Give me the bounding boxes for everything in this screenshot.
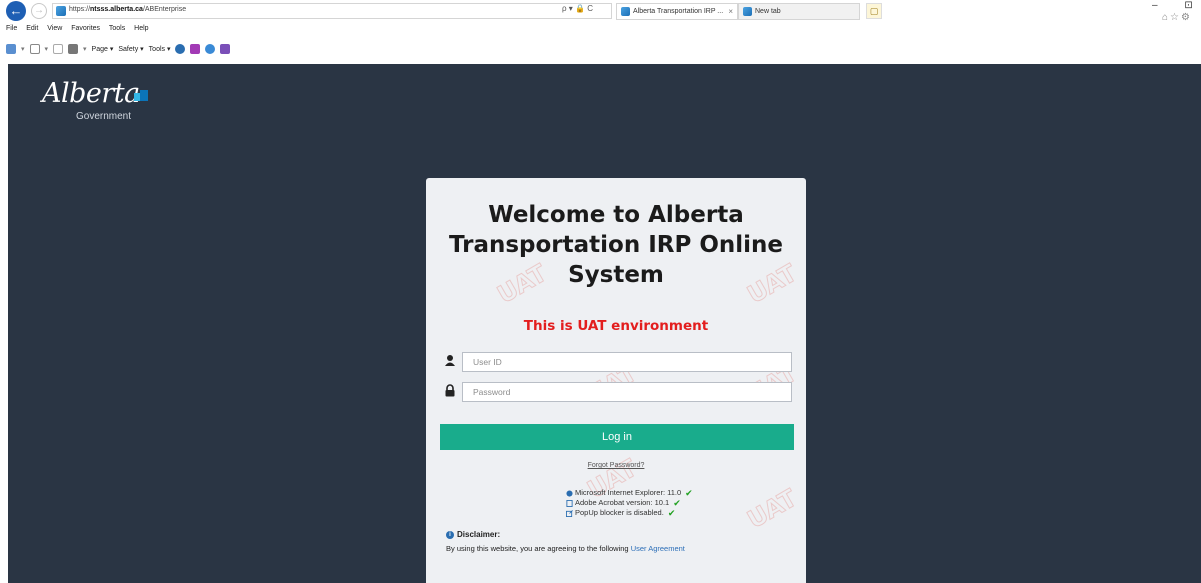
extension-icon[interactable]: [190, 44, 201, 54]
uat-watermark: UAT: [742, 483, 802, 527]
info-icon: i: [446, 530, 454, 539]
dropdown-arrow-icon[interactable]: ▾: [21, 45, 25, 53]
popup-icon: [566, 509, 573, 517]
login-button[interactable]: Log in: [440, 424, 794, 450]
feeds-icon[interactable]: [29, 44, 40, 54]
menu-bar: File Edit View Favorites Tools Help: [6, 25, 156, 37]
disclaimer-text: By using this website, you are agreeing …: [446, 544, 685, 553]
command-safety[interactable]: Safety ▾: [118, 45, 143, 53]
checkmark-icon: ✔: [685, 488, 693, 498]
read-mail-icon[interactable]: [53, 44, 64, 54]
tab-favicon-icon: [743, 7, 752, 16]
alberta-government-logo[interactable]: Alberta Government: [42, 78, 192, 128]
password-row: [440, 382, 792, 402]
new-tab-button[interactable]: ▢: [866, 3, 882, 19]
menu-tools[interactable]: Tools: [109, 25, 125, 32]
home-favorites-settings-icons[interactable]: ⌂☆⚙: [1162, 12, 1192, 23]
browser-chrome: ← → https://ntsss.alberta.ca/ABEnterpris…: [0, 0, 1201, 64]
check-popup: PopUp blocker is disabled. ✔: [566, 508, 693, 518]
menu-edit[interactable]: Edit: [26, 25, 38, 32]
help-icon[interactable]: [175, 44, 186, 54]
alberta-flag-mark-icon: [134, 90, 148, 101]
tab-alberta-irp[interactable]: Alberta Transportation IRP ... ×: [616, 3, 738, 20]
address-tools[interactable]: ρ ▾ 🔒 C: [562, 4, 593, 13]
check-acrobat: Adobe Acrobat version: 10.1 ✔: [566, 498, 693, 508]
command-bar: ▾ ▾ ▾ Page ▾ Safety ▾ Tools ▾: [6, 38, 231, 60]
svg-text:UAT: UAT: [743, 484, 802, 527]
home-icon[interactable]: [6, 44, 16, 54]
disclaimer: i Disclaimer: By using this website, you…: [446, 530, 685, 553]
forgot-password-link[interactable]: Forgot Password?: [426, 462, 806, 469]
dropdown-arrow-icon[interactable]: ▾: [83, 45, 87, 53]
password-input[interactable]: [462, 382, 792, 402]
page-background: Alberta Government UAT UAT UAT UAT UAT U…: [8, 64, 1201, 583]
address-bar[interactable]: https://ntsss.alberta.ca/ABEnterprise: [52, 3, 612, 19]
lock-icon: [445, 384, 455, 397]
menu-view[interactable]: View: [47, 25, 62, 32]
print-icon[interactable]: [68, 44, 79, 54]
onenote-icon[interactable]: [220, 44, 231, 54]
disclaimer-title: i Disclaimer:: [446, 530, 685, 539]
window-controls[interactable]: – ⊡: [1152, 0, 1201, 11]
tab-close-icon[interactable]: ×: [728, 4, 733, 19]
url-text: https://ntsss.alberta.ca/ABEnterprise: [69, 6, 187, 13]
tab-favicon-icon: [621, 7, 630, 16]
user-icon: [445, 355, 455, 366]
command-tools[interactable]: Tools ▾: [149, 45, 171, 53]
command-page[interactable]: Page ▾: [92, 45, 114, 53]
user-agreement-link[interactable]: User Agreement: [631, 544, 685, 553]
login-card: UAT UAT UAT UAT UAT UAT Welcome to Alber…: [426, 178, 806, 583]
tab-label: Alberta Transportation IRP ...: [633, 8, 724, 15]
acrobat-icon: [566, 499, 573, 507]
site-favicon-icon: [56, 6, 66, 16]
check-ie: Microsoft Internet Explorer: 11.0 ✔: [566, 488, 693, 498]
logo-subtitle: Government: [76, 111, 132, 122]
logo-wordmark: Alberta: [42, 78, 140, 109]
forward-button[interactable]: →: [31, 3, 47, 19]
tab-label: New tab: [755, 8, 781, 15]
research-icon[interactable]: [205, 44, 216, 54]
menu-favorites[interactable]: Favorites: [71, 25, 100, 32]
back-button[interactable]: ←: [6, 1, 26, 21]
checkmark-icon: ✔: [673, 498, 681, 508]
menu-help[interactable]: Help: [134, 25, 148, 32]
dropdown-arrow-icon[interactable]: ▾: [45, 45, 49, 53]
checkmark-icon: ✔: [667, 508, 676, 518]
user-id-row: [440, 352, 792, 372]
ie-icon: [566, 489, 573, 497]
user-id-input[interactable]: [462, 352, 792, 372]
navigation-row: ← → https://ntsss.alberta.ca/ABEnterpris…: [0, 0, 1201, 23]
system-requirements: Microsoft Internet Explorer: 11.0 ✔ Adob…: [566, 488, 693, 518]
welcome-title: Welcome to Alberta Transportation IRP On…: [448, 202, 784, 288]
tab-new-tab[interactable]: New tab: [738, 3, 860, 20]
environment-notice: This is UAT environment: [523, 318, 709, 334]
menu-file[interactable]: File: [6, 25, 17, 32]
